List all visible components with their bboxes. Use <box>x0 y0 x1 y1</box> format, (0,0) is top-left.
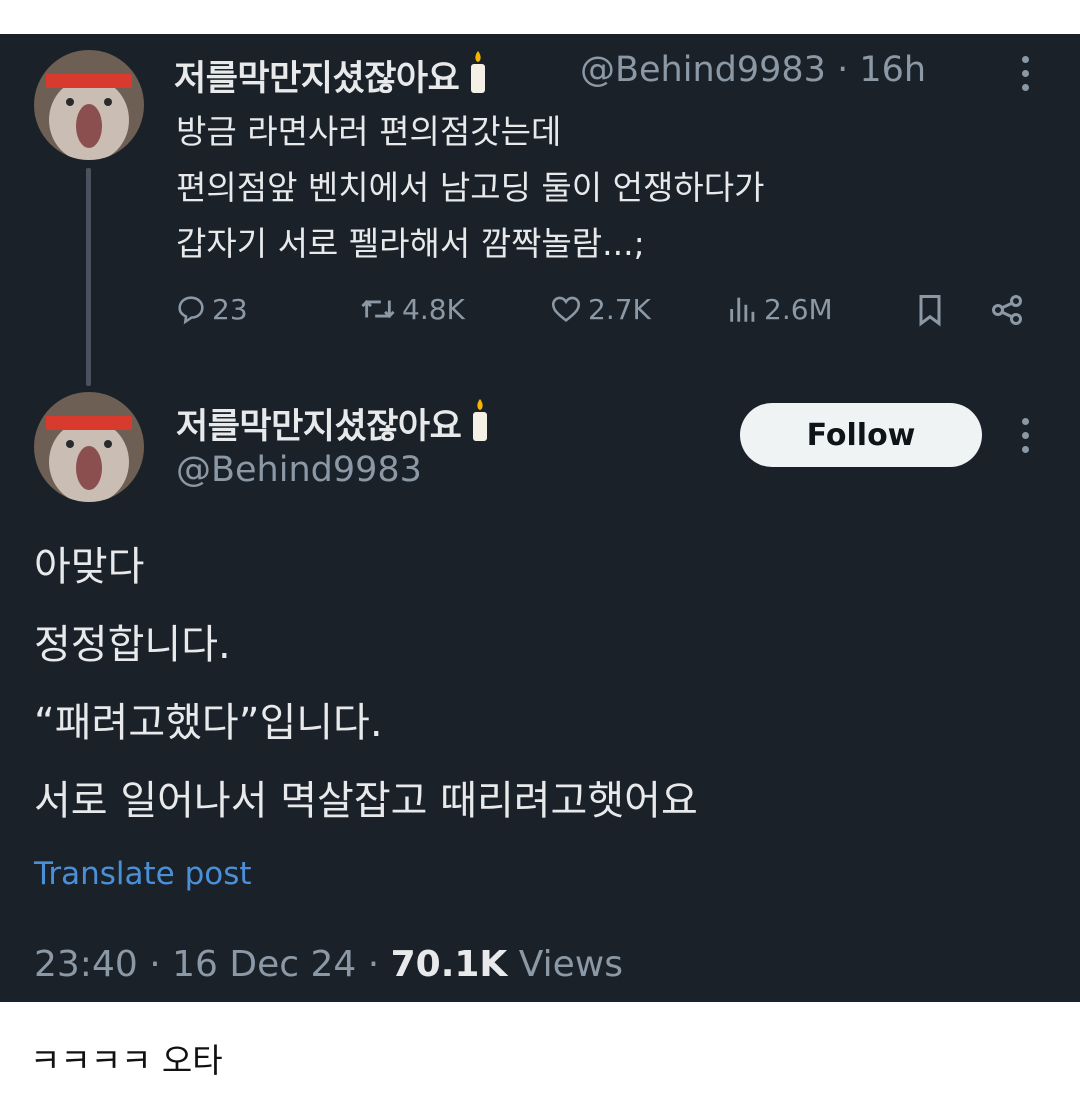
handle[interactable]: @Behind9983 <box>580 50 826 90</box>
avatar[interactable] <box>34 50 144 160</box>
post-text: 아맞다 정정합니다. “패려고했다”입니다. 서로 일어나서 멱살잡고 때리려고… <box>34 528 698 840</box>
post-line: 편의점앞 벤치에서 남고딩 둘이 언쟁하다가 <box>176 168 765 207</box>
post-line: 방금 라면사러 편의점갓는데 <box>176 112 562 151</box>
more-options-icon[interactable] <box>1020 416 1030 456</box>
like-button[interactable]: 2.7K <box>548 292 651 326</box>
post-line: 서로 일어나서 멱살잡고 때리려고햇어요 <box>34 778 698 824</box>
display-name-text: 저를막만지셨잖아요 <box>174 59 460 99</box>
reply-icon <box>178 296 204 325</box>
post-line: 정정합니다. <box>34 622 231 668</box>
post-line: 아맞다 <box>34 544 145 590</box>
caption-text: ㅋㅋㅋㅋ 오타 <box>30 1041 223 1080</box>
repost-button[interactable]: 4.8K <box>358 292 465 326</box>
bookmark-icon <box>919 295 941 327</box>
heart-icon <box>551 296 581 322</box>
candle-icon <box>473 399 488 441</box>
handle[interactable]: @Behind9983 <box>176 450 422 490</box>
post-text: 방금 라면사러 편의점갓는데 편의점앞 벤치에서 남고딩 둘이 언쟁하다가 갑자… <box>176 104 764 272</box>
post-line: “패려고했다”입니다. <box>34 700 383 746</box>
post-date[interactable]: 16 Dec 24 <box>172 944 356 985</box>
handle-time[interactable]: @Behind9983 · 16h <box>580 50 926 90</box>
display-name[interactable]: 저를막만지셨잖아요 <box>176 398 491 449</box>
follow-button[interactable]: Follow <box>740 403 982 467</box>
timestamp[interactable]: 16h <box>859 50 926 90</box>
more-options-icon[interactable] <box>1020 54 1030 94</box>
reply-count: 23 <box>212 292 248 326</box>
avatar[interactable] <box>34 392 144 502</box>
views-label: Views <box>518 944 623 985</box>
views-button[interactable]: 2.6M <box>726 292 833 326</box>
repost-count: 4.8K <box>402 292 465 326</box>
bookmark-button[interactable] <box>912 292 952 328</box>
repost-icon <box>361 299 395 319</box>
post-meta: 23:40 · 16 Dec 24 · 70.1K Views <box>34 944 623 985</box>
like-count: 2.7K <box>588 292 651 326</box>
views-count: 70.1K <box>390 944 508 985</box>
post-line: 갑자기 서로 펠라해서 깜짝놀람...; <box>176 224 645 263</box>
share-button[interactable] <box>988 292 1030 328</box>
candle-icon <box>471 51 486 93</box>
post-time[interactable]: 23:40 <box>34 944 138 985</box>
views-count: 2.6M <box>764 292 833 326</box>
display-name[interactable]: 저를막만지셨잖아요 <box>174 50 489 101</box>
display-name-text: 저를막만지셨잖아요 <box>176 407 462 447</box>
analytics-icon <box>730 297 755 322</box>
translate-post-link[interactable]: Translate post <box>34 856 252 892</box>
share-icon <box>992 295 1022 325</box>
thread-line <box>86 168 91 386</box>
reply-button[interactable]: 23 <box>174 292 248 326</box>
